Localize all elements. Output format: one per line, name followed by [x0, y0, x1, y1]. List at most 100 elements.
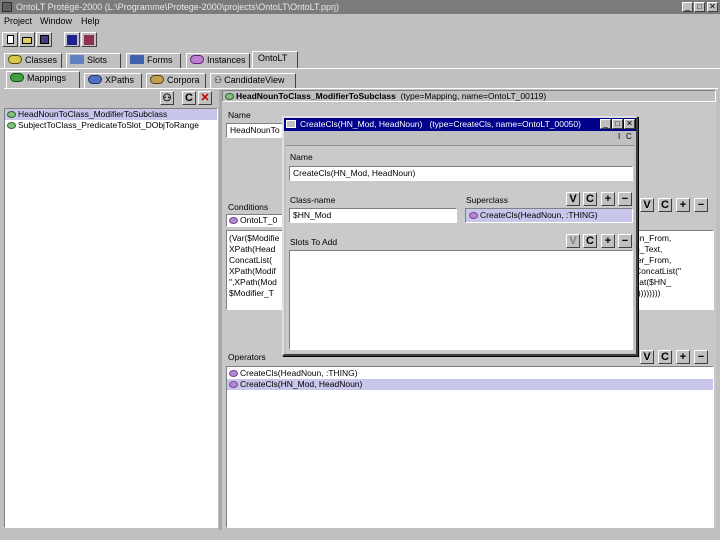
mapping-icon [7, 111, 16, 118]
binoculars-icon: ⚇ [214, 75, 223, 85]
list-item-label: SubjectToClass_PredicateToSlot_DObjToRan… [18, 120, 199, 130]
dialog-minimize-button[interactable]: _ [600, 119, 611, 129]
conditions-view-button[interactable]: V [640, 198, 654, 212]
condition-line: ))))))))) [635, 288, 661, 298]
list-item[interactable]: CreateCls(HN_Mod, HeadNoun) [227, 379, 713, 390]
mapping-icon [225, 93, 234, 100]
superclass-value: CreateCls(HeadNoun, :THING) [480, 210, 598, 220]
superclass-view-button[interactable]: V [566, 192, 580, 206]
close-window-button[interactable]: ✕ [707, 2, 718, 12]
menu-project[interactable]: Project [4, 14, 32, 28]
instance-meta: (type=Mapping, name=OntoLT_00119) [400, 91, 547, 101]
tab-label: Corpora [167, 75, 200, 85]
cut-button[interactable] [64, 32, 80, 47]
dialog-title-bar[interactable]: CreateCls(HN_Mod, HeadNoun) (type=Create… [284, 118, 636, 131]
tab-ontolt[interactable]: OntoLT [252, 51, 298, 68]
window-title-bar: OntoLT Protégé-2000 (L:\Programme\Proteg… [0, 0, 720, 14]
dialog-name-label: Name [290, 152, 313, 162]
name-label: Name [228, 110, 251, 120]
conditions-remove-button[interactable]: − [694, 198, 708, 212]
list-toolbar: ⚇ C ✕ [4, 90, 218, 106]
conditions-create-button[interactable]: C [658, 198, 672, 212]
classname-field[interactable]: $HN_Mod [289, 208, 457, 223]
slots-add-button[interactable]: + [601, 234, 615, 248]
create-label: C [661, 199, 669, 211]
find-button[interactable]: ⚇ [160, 91, 174, 105]
list-item[interactable]: SubjectToClass_PredicateToSlot_DObjToRan… [5, 120, 217, 131]
forms-icon [130, 55, 144, 64]
operators-create-button[interactable]: C [658, 350, 672, 364]
tab-candidateview[interactable]: ⚇ CandidateView [210, 73, 296, 88]
delete-icon: ✕ [200, 92, 210, 104]
maximize-button[interactable]: □ [694, 2, 705, 12]
superclass-field[interactable]: CreateCls(HeadNoun, :THING) [465, 208, 633, 223]
list-item-label: HeadNounToClass_ModifierToSubclass [18, 109, 168, 119]
slots-create-button[interactable]: C [583, 234, 597, 248]
operators-view-button[interactable]: V [640, 350, 654, 364]
name-field[interactable]: HeadNounTo [226, 123, 286, 138]
slots-icon [70, 55, 84, 64]
instance-header: HeadNounToClass_ModifierToSubclass (type… [222, 90, 716, 102]
condition-line: cat($HN_ [635, 277, 671, 287]
tab-label: Instances [207, 55, 246, 65]
list-item[interactable]: HeadNounToClass_ModifierToSubclass [5, 109, 217, 120]
remove-label: − [697, 199, 705, 211]
close-icon: ✕ [626, 119, 633, 128]
tab-classes[interactable]: Classes [4, 53, 62, 68]
save-button[interactable] [36, 32, 52, 47]
dialog-maximize-button[interactable]: □ [612, 119, 623, 129]
createcls-dialog: CreateCls(HN_Mod, HeadNoun) (type=Create… [282, 116, 638, 356]
slots-remove-button[interactable]: − [618, 234, 632, 248]
menu-help[interactable]: Help [81, 14, 100, 28]
list-item[interactable]: CreateCls(HeadNoun, :THING) [227, 368, 713, 379]
minimize-button[interactable]: _ [682, 2, 693, 12]
tab-mappings[interactable]: Mappings [6, 71, 80, 88]
superclass-remove-button[interactable]: − [618, 192, 632, 206]
slots-to-add-label: Slots To Add [290, 237, 338, 247]
slots-to-add-list[interactable] [289, 250, 633, 350]
dialog-sub-icon-c[interactable]: C [626, 132, 632, 141]
tab-corpora[interactable]: Corpora [146, 73, 206, 88]
superclass-add-button[interactable]: + [601, 192, 615, 206]
tab-instances[interactable]: Instances [186, 53, 250, 68]
condition-line: ier_From, [635, 255, 672, 265]
conditions-add-button[interactable]: + [676, 198, 690, 212]
view-label: V [643, 351, 651, 363]
tab-label: XPaths [105, 75, 135, 85]
tab-xpaths[interactable]: XPaths [84, 73, 142, 88]
condition-line: n_Text, [635, 244, 663, 254]
sub-tab-strip: Mappings XPaths Corpora ⚇ CandidateView [4, 71, 718, 89]
operators-list: CreateCls(HeadNoun, :THING) CreateCls(HN… [226, 366, 714, 528]
copy-button[interactable] [81, 32, 97, 47]
dialog-app-icon [286, 120, 296, 128]
slots-view-button[interactable]: V [566, 234, 580, 248]
add-label: + [604, 193, 612, 205]
condition-chip-box[interactable]: OntoLT_0 [226, 214, 286, 227]
mapping-icon [7, 122, 16, 129]
operators-add-button[interactable]: + [676, 350, 690, 364]
dialog-title: CreateCls(HN_Mod, HeadNoun) [300, 119, 423, 129]
mappings-list-panel: ⚇ C ✕ HeadNounToClass_ModifierToSubclass… [4, 90, 218, 530]
create-mapping-button[interactable]: C [182, 91, 196, 105]
dialog-close-button[interactable]: ✕ [624, 119, 635, 129]
dialog-sub-icon-i[interactable]: I [618, 132, 620, 141]
instance-name: HeadNounToClass_ModifierToSubclass [236, 91, 396, 101]
operator-icon [229, 381, 238, 388]
xpaths-icon [88, 75, 102, 84]
superclass-create-button[interactable]: C [583, 192, 597, 206]
open-folder-button[interactable] [19, 32, 35, 47]
classname-label: Class-name [290, 195, 336, 205]
delete-mapping-button[interactable]: ✕ [198, 91, 212, 105]
condition-line: un_From, [635, 233, 672, 243]
dialog-name-value: CreateCls(HN_Mod, HeadNoun) [293, 168, 416, 178]
add-label: + [679, 199, 687, 211]
corpora-icon [150, 75, 164, 84]
tab-forms[interactable]: Forms [126, 53, 181, 68]
menu-bar: Project Window Help [0, 14, 720, 28]
tab-slots[interactable]: Slots [66, 53, 121, 68]
dialog-name-field[interactable]: CreateCls(HN_Mod, HeadNoun) [289, 166, 633, 181]
view-label: V [569, 193, 577, 205]
new-file-button[interactable] [2, 32, 18, 47]
operators-remove-button[interactable]: − [694, 350, 708, 364]
menu-window[interactable]: Window [40, 14, 72, 28]
